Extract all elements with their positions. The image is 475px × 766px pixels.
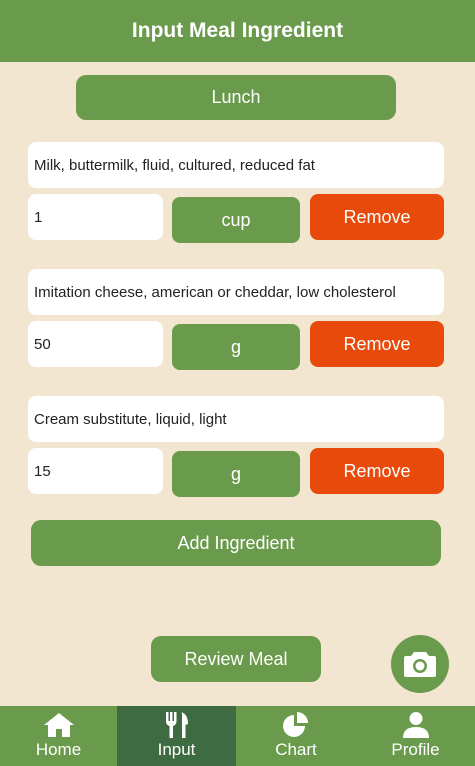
pie-chart-icon xyxy=(281,710,311,740)
add-ingredient-button[interactable]: Add Ingredient xyxy=(31,520,441,566)
nav-label: Home xyxy=(35,740,82,759)
ingredient-quantity-field[interactable]: 1 xyxy=(28,194,163,240)
ingredient-unit-label: cup xyxy=(221,209,251,230)
remove-label: Remove xyxy=(343,460,411,481)
remove-label: Remove xyxy=(343,333,411,354)
camera-button[interactable] xyxy=(391,635,449,693)
review-meal-button[interactable]: Review Meal xyxy=(151,636,321,682)
remove-label: Remove xyxy=(343,206,411,227)
remove-ingredient-button[interactable]: Remove xyxy=(310,448,444,494)
nav-item-home[interactable]: Home xyxy=(0,706,117,766)
ingredient-unit-label: g xyxy=(230,336,241,357)
nav-item-profile[interactable]: Profile xyxy=(356,706,475,766)
ingredient-name-field[interactable]: Cream substitute, liquid, light xyxy=(28,396,444,442)
ingredient-quantity-field[interactable]: 15 xyxy=(28,448,163,494)
ingredient-quantity-field[interactable]: 50 xyxy=(28,321,163,367)
ingredient-unit-button[interactable]: g xyxy=(172,451,300,497)
remove-ingredient-button[interactable]: Remove xyxy=(310,194,444,240)
ingredient-unit-button[interactable]: cup xyxy=(172,197,300,243)
ingredient-unit-label: g xyxy=(230,463,241,484)
ingredient-name-value: Imitation cheese, american or cheddar, l… xyxy=(34,283,396,301)
ingredient-unit-button[interactable]: g xyxy=(172,324,300,370)
ingredient-quantity-value: 50 xyxy=(34,335,51,353)
home-icon xyxy=(43,710,75,740)
user-icon xyxy=(401,710,431,740)
review-meal-label: Review Meal xyxy=(184,648,288,669)
ingredient-name-field[interactable]: Milk, buttermilk, fluid, cultured, reduc… xyxy=(28,142,444,188)
nav-label: Chart xyxy=(275,740,317,759)
remove-ingredient-button[interactable]: Remove xyxy=(310,321,444,367)
nav-item-input[interactable]: Input xyxy=(117,706,236,766)
ingredient-quantity-value: 15 xyxy=(34,462,51,480)
ingredient-name-field[interactable]: Imitation cheese, american or cheddar, l… xyxy=(28,269,444,315)
nav-item-chart[interactable]: Chart xyxy=(236,706,356,766)
page-title-text: Input Meal Ingredient xyxy=(131,19,344,42)
nav-label: Input xyxy=(157,740,196,759)
bottom-navigation: Home Input Chart Profile xyxy=(0,706,475,766)
ingredient-quantity-value: 1 xyxy=(34,208,43,226)
utensils-icon xyxy=(164,710,190,740)
page-title: Input Meal Ingredient xyxy=(0,0,475,62)
meal-type-label: Lunch xyxy=(211,87,261,107)
add-ingredient-label: Add Ingredient xyxy=(177,532,295,553)
meal-type-button[interactable]: Lunch xyxy=(76,75,396,120)
nav-label: Profile xyxy=(391,740,440,759)
ingredient-name-value: Cream substitute, liquid, light xyxy=(34,410,227,428)
camera-icon xyxy=(404,652,436,677)
ingredient-name-value: Milk, buttermilk, fluid, cultured, reduc… xyxy=(34,156,315,174)
